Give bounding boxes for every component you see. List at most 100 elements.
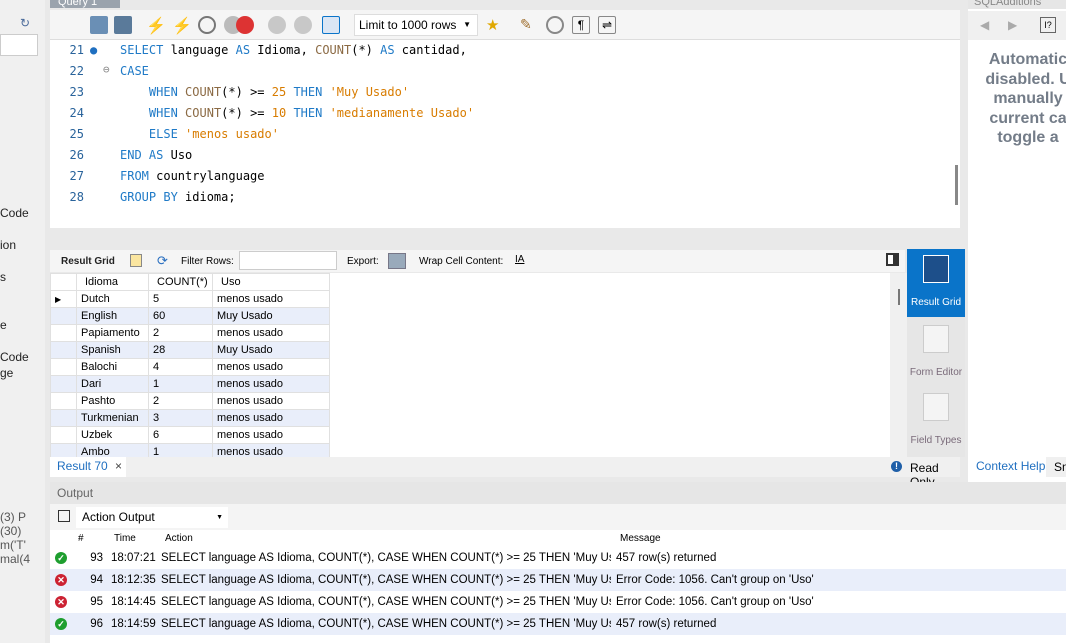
rollback-icon[interactable]: [294, 16, 312, 34]
forward-icon[interactable]: ▶: [1008, 18, 1017, 32]
result-grid[interactable]: Idioma COUNT(*) Uso ▶ Dutch 5 menos usado Engli…: [50, 273, 890, 457]
column-header[interactable]: COUNT(*): [148, 273, 213, 291]
column-header[interactable]: Uso: [212, 273, 330, 291]
execute-current-icon[interactable]: ⚡: [172, 16, 192, 35]
explain-icon[interactable]: [198, 16, 216, 34]
result-grid-button[interactable]: Result Grid: [907, 249, 965, 317]
tab-query-1[interactable]: Query 1: [50, 0, 120, 8]
table-cell[interactable]: Uzbek: [76, 426, 149, 444]
table-cell[interactable]: menos usado: [212, 409, 330, 427]
table-cell[interactable]: 4: [148, 358, 213, 376]
code-line[interactable]: WHEN COUNT(*) >= 10 THEN 'medianamente U…: [120, 106, 474, 120]
table-cell[interactable]: Papiamento: [76, 324, 149, 342]
output-row[interactable]: ✓ 96 18:14:59 SELECT language AS Idioma,…: [50, 613, 1066, 635]
table-row[interactable]: Papiamento 2 menos usado: [50, 324, 330, 342]
table-row[interactable]: Balochi 4 menos usado: [50, 358, 330, 376]
table-cell[interactable]: 6: [148, 426, 213, 444]
toggle-panel-icon[interactable]: [886, 253, 899, 266]
table-cell[interactable]: 1: [148, 375, 213, 393]
wrap-cell-icon[interactable]: IA: [515, 254, 524, 265]
tree-item[interactable]: s: [0, 270, 6, 284]
toggle-error-icon[interactable]: [236, 16, 254, 34]
table-cell[interactable]: 1: [148, 443, 213, 457]
tree-item[interactable]: e: [0, 318, 7, 332]
code-line[interactable]: GROUP BY idioma;: [120, 190, 236, 204]
table-cell[interactable]: Muy Usado: [212, 307, 330, 325]
table-cell[interactable]: 2: [148, 324, 213, 342]
copy-icon[interactable]: [58, 510, 70, 522]
column-header[interactable]: #: [78, 530, 84, 547]
table-cell[interactable]: Spanish: [76, 341, 149, 359]
sql-editor[interactable]: 21 SELECT language AS Idioma, COUNT(*) AS…: [50, 40, 960, 228]
table-cell[interactable]: 3: [148, 409, 213, 427]
tree-item[interactable]: Code: [0, 206, 29, 220]
code-line[interactable]: CASE: [120, 64, 149, 78]
table-cell[interactable]: menos usado: [212, 324, 330, 342]
filter-rows-input[interactable]: [239, 251, 337, 270]
beautify-icon[interactable]: ✎: [520, 16, 538, 34]
refresh-icon[interactable]: ↻: [20, 16, 30, 30]
code-line[interactable]: END AS Uso: [120, 148, 192, 162]
tree-item[interactable]: ion: [0, 238, 16, 252]
table-cell[interactable]: menos usado: [212, 392, 330, 410]
row-selector[interactable]: [50, 358, 77, 376]
output-row[interactable]: ✕ 95 18:14:45 SELECT language AS Idioma,…: [50, 591, 1066, 613]
row-selector[interactable]: [50, 426, 77, 444]
code-line[interactable]: FROM countrylanguage: [120, 169, 265, 183]
row-selector[interactable]: [50, 341, 77, 359]
add-snippet-icon[interactable]: ★: [486, 16, 504, 34]
field-types-button[interactable]: Field Types: [907, 387, 965, 455]
table-cell[interactable]: 5: [148, 290, 213, 308]
table-cell[interactable]: Pashto: [76, 392, 149, 410]
table-row[interactable]: Uzbek 6 menos usado: [50, 426, 330, 444]
invisible-chars-icon[interactable]: ¶: [572, 16, 590, 34]
fold-icon[interactable]: ⊖: [103, 63, 110, 76]
table-cell[interactable]: Dari: [76, 375, 149, 393]
tree-item[interactable]: Code: [0, 350, 29, 364]
open-folder-icon[interactable]: [90, 16, 108, 34]
row-selector[interactable]: [50, 392, 77, 410]
grid-layout-icon[interactable]: [130, 254, 142, 267]
close-icon[interactable]: ×: [115, 459, 122, 473]
column-header[interactable]: Message: [620, 530, 661, 547]
table-row[interactable]: English 60 Muy Usado: [50, 307, 330, 325]
row-selector[interactable]: [50, 324, 77, 342]
table-cell[interactable]: 28: [148, 341, 213, 359]
tab-context-help[interactable]: Context Help: [968, 457, 1046, 477]
code-line[interactable]: ELSE 'menos usado': [120, 127, 279, 141]
table-row[interactable]: Ambo 1 menos usado: [50, 443, 330, 457]
table-cell[interactable]: 2: [148, 392, 213, 410]
wrap-lines-icon[interactable]: ⇌: [598, 16, 616, 34]
form-editor-button[interactable]: Form Editor: [907, 319, 965, 387]
export-icon[interactable]: [388, 253, 406, 269]
editor-scrollbar[interactable]: [955, 165, 958, 205]
row-selector[interactable]: [50, 375, 77, 393]
column-header[interactable]: Idioma: [76, 273, 149, 291]
table-cell[interactable]: Dutch: [76, 290, 149, 308]
table-row[interactable]: Spanish 28 Muy Usado: [50, 341, 330, 359]
row-selector[interactable]: [50, 307, 77, 325]
column-header[interactable]: Action: [165, 530, 193, 547]
tab-snippets[interactable]: Sn: [1054, 460, 1066, 474]
save-icon[interactable]: [114, 16, 132, 34]
table-cell[interactable]: Ambo: [76, 443, 149, 457]
output-row[interactable]: ✓ 93 18:07:21 SELECT language AS Idioma,…: [50, 547, 1066, 569]
table-row[interactable]: Dari 1 menos usado: [50, 375, 330, 393]
execute-icon[interactable]: ⚡: [146, 16, 166, 35]
row-selector[interactable]: [50, 443, 77, 457]
auto-help-icon[interactable]: I?: [1040, 17, 1056, 33]
schema-filter-input[interactable]: [0, 34, 38, 56]
table-row[interactable]: Pashto 2 menos usado: [50, 392, 330, 410]
table-cell[interactable]: Muy Usado: [212, 341, 330, 359]
table-row[interactable]: ▶ Dutch 5 menos usado: [50, 290, 330, 308]
tab-result-70[interactable]: Result 70 ×: [50, 457, 126, 477]
row-selector[interactable]: [50, 409, 77, 427]
table-cell[interactable]: menos usado: [212, 375, 330, 393]
table-cell[interactable]: English: [76, 307, 149, 325]
output-mode-select[interactable]: Action Output ▼: [76, 507, 228, 528]
table-cell[interactable]: 60: [148, 307, 213, 325]
table-cell[interactable]: menos usado: [212, 443, 330, 457]
tree-item[interactable]: ge: [0, 366, 13, 380]
refresh-icon[interactable]: ⟳: [157, 253, 168, 269]
find-icon[interactable]: [546, 16, 564, 34]
